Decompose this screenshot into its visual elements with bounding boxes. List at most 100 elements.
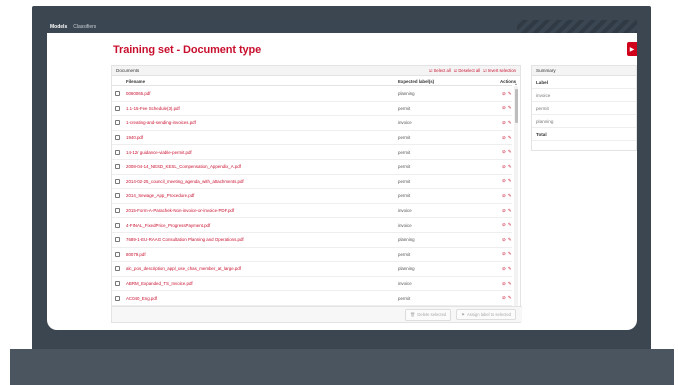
edit-icon[interactable]: ✎ — [508, 193, 512, 199]
delete-icon[interactable]: ⊘ — [502, 135, 506, 141]
row-expected-label: permit — [398, 178, 411, 184]
documents-panel-title: Documents — [116, 68, 140, 73]
row-actions: ⊘ ✎ — [502, 105, 512, 111]
row-actions: ⊘ ✎ — [502, 208, 512, 214]
row-checkbox[interactable] — [115, 266, 120, 272]
summary-row-invoice: invoice — [532, 89, 636, 102]
row-filename-link[interactable]: ABRM_Expanded_TS_Invoice.pdf — [126, 281, 193, 286]
row-checkbox[interactable] — [115, 251, 120, 257]
delete-icon[interactable]: ⊘ — [502, 295, 506, 301]
row-expected-label: invoice — [398, 222, 412, 228]
edit-icon[interactable]: ✎ — [508, 164, 512, 170]
row-checkbox[interactable] — [115, 178, 120, 184]
column-filename: Filename — [126, 78, 146, 84]
edit-icon[interactable]: ✎ — [508, 208, 512, 214]
edit-icon[interactable]: ✎ — [508, 120, 512, 126]
row-checkbox[interactable] — [115, 237, 120, 243]
row-checkbox[interactable] — [115, 120, 120, 126]
delete-icon[interactable]: ⊘ — [502, 281, 506, 287]
row-filename-link[interactable]: 1940.pdf — [126, 135, 143, 140]
deselect-all-link[interactable]: Deselect all — [454, 68, 480, 73]
delete-icon[interactable]: ⊘ — [502, 208, 506, 214]
scrollbar-thumb[interactable] — [514, 89, 518, 123]
edit-icon[interactable]: ✎ — [508, 251, 512, 257]
delete-icon[interactable]: ⊘ — [502, 178, 506, 184]
edit-icon[interactable]: ✎ — [508, 266, 512, 272]
edit-icon[interactable]: ✎ — [508, 237, 512, 243]
summary-panel-title: Summary — [532, 66, 636, 76]
row-actions: ⊘ ✎ — [502, 237, 512, 243]
delete-icon[interactable]: ⊘ — [502, 251, 506, 257]
edit-icon[interactable]: ✎ — [508, 91, 512, 97]
row-checkbox[interactable] — [115, 295, 120, 301]
row-filename-link[interactable]: 1.1-15-Fee Schedule(3).pdf — [126, 106, 180, 111]
edit-icon[interactable]: ✎ — [508, 281, 512, 287]
row-filename-link[interactable]: 2008-04-14_NESD_KESL_Compensation_Append… — [126, 164, 241, 169]
table-row: 1940.pdf permit ⊘ ✎ — [112, 131, 512, 146]
row-filename-link[interactable]: AC040_Eng.pdf — [126, 296, 157, 301]
row-expected-label: planning — [398, 266, 415, 272]
delete-icon[interactable]: ⊘ — [502, 164, 506, 170]
delete-icon[interactable]: ⊘ — [502, 105, 506, 111]
row-filename-link[interactable]: 14-12r guidance-viable-permit.pdf — [126, 150, 192, 155]
edit-icon[interactable]: ✎ — [508, 135, 512, 141]
row-expected-label: permit — [398, 135, 411, 141]
delete-icon[interactable]: ⊘ — [502, 120, 506, 126]
app-screen: Models Classifiers Training set - Docume… — [47, 20, 637, 330]
table-row: 2014_Sewage_App_Procedure.pdf permit ⊘ ✎ — [112, 189, 512, 204]
delete-icon[interactable]: ⊘ — [502, 91, 506, 97]
tag-icon: ⚑ — [461, 312, 465, 317]
row-checkbox[interactable] — [115, 208, 120, 214]
delete-icon[interactable]: ⊘ — [502, 149, 506, 155]
edit-icon[interactable]: ✎ — [508, 149, 512, 155]
select-all-link[interactable]: Select all — [429, 68, 451, 73]
documents-panel: Documents Select all Deselect all Invert… — [111, 65, 522, 323]
row-filename-link[interactable]: 2014_Sewage_App_Procedure.pdf — [126, 193, 194, 198]
row-checkbox[interactable] — [115, 91, 120, 97]
row-checkbox[interactable] — [115, 222, 120, 228]
row-checkbox[interactable] — [115, 164, 120, 170]
row-actions: ⊘ ✎ — [502, 295, 512, 301]
scroll-up-icon[interactable]: ▲ — [514, 82, 518, 86]
edit-icon[interactable]: ✎ — [508, 222, 512, 228]
row-filename-link[interactable]: alc_pos_description_appl_use_chas_member… — [126, 266, 241, 271]
row-checkbox[interactable] — [115, 105, 120, 111]
row-expected-label: invoice — [398, 208, 412, 214]
row-filename-link[interactable]: 1-creating-and-sending-invoices.pdf — [126, 120, 196, 125]
assign-label-button[interactable]: ⚑ Assign label to selected — [456, 309, 516, 320]
row-actions: ⊘ ✎ — [502, 193, 512, 199]
row-checkbox[interactable] — [115, 149, 120, 155]
table-scrollbar[interactable]: ▲ ▼ — [514, 82, 518, 316]
row-filename-link[interactable]: 4-FINAL_FixedPrice_ProgressPayment.pdf — [126, 223, 210, 228]
row-checkbox[interactable] — [115, 193, 120, 199]
delete-icon[interactable]: ⊘ — [502, 266, 506, 272]
table-row: 2014-02-25_council_meeting_agenda_with_a… — [112, 175, 512, 190]
invert-selection-link[interactable]: Invert selection — [483, 68, 516, 73]
nav-classifiers[interactable]: Classifiers — [73, 24, 96, 30]
edit-icon[interactable]: ✎ — [508, 105, 512, 111]
row-filename-link[interactable]: 0060065.pdf — [126, 91, 150, 96]
row-filename-link[interactable]: 2015-Form-A-Parachek-Non-invoice-or-invo… — [126, 208, 234, 213]
table-row: 2008-04-14_NESD_KESL_Compensation_Append… — [112, 160, 512, 175]
edit-icon[interactable]: ✎ — [508, 178, 512, 184]
play-icon[interactable]: ▶ — [627, 42, 637, 56]
row-filename-link[interactable]: 7689-1-EU-RAAG Consultation Planning and… — [126, 237, 244, 242]
edit-icon[interactable]: ✎ — [508, 295, 512, 301]
delete-icon[interactable]: ⊘ — [502, 193, 506, 199]
row-filename-link[interactable]: 80079.pdf — [126, 252, 146, 257]
delete-icon[interactable]: ⊘ — [502, 237, 506, 243]
column-expected-labels: Expected label(s) — [398, 78, 435, 84]
row-filename-link[interactable]: 2014-02-25_council_meeting_agenda_with_a… — [126, 179, 244, 184]
delete-icon[interactable]: ⊘ — [502, 222, 506, 228]
row-expected-label: invoice — [398, 281, 412, 287]
row-checkbox[interactable] — [115, 135, 120, 141]
table-row: 4-FINAL_FixedPrice_ProgressPayment.pdf in… — [112, 218, 512, 233]
row-expected-label: permit — [398, 164, 411, 170]
nav-models[interactable]: Models — [50, 24, 67, 30]
row-checkbox[interactable] — [115, 281, 120, 287]
delete-selected-button[interactable]: 🗑 Delete selected — [405, 308, 452, 321]
table-row: AC040_Eng.pdf permit ⊘ ✎ — [112, 291, 512, 306]
summary-row-planning: planning — [532, 115, 636, 128]
row-actions: ⊘ ✎ — [502, 135, 512, 141]
documents-panel-header: Documents Select all Deselect all Invert… — [112, 66, 520, 76]
